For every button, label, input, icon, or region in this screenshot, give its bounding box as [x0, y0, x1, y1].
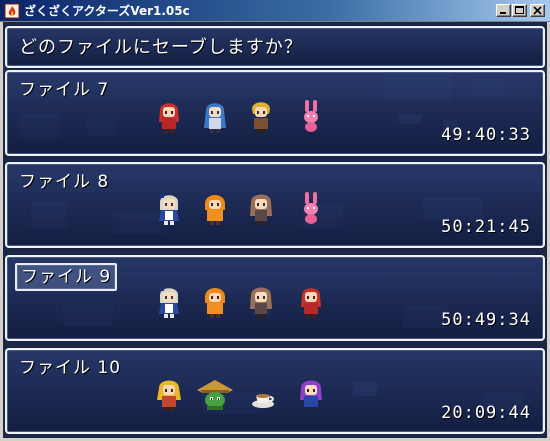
brown-haired-girl-sprite	[250, 194, 272, 225]
red-haired-girl-sprite	[301, 288, 321, 318]
party-sprites	[151, 98, 351, 138]
save-slot[interactable]: ファイル 8 50:21:45	[5, 162, 545, 248]
orange-hooded-girl-sprite	[205, 288, 225, 318]
maximize-icon	[515, 6, 524, 14]
minimize-button[interactable]	[496, 4, 511, 17]
close-icon	[533, 6, 542, 15]
play-time: 50:21:45	[441, 217, 531, 237]
save-slot-selected[interactable]: ファイル 9 50:49:34	[5, 255, 545, 341]
window-titlebar[interactable]: ざくざくアクターズVer1.05c	[0, 0, 550, 22]
silver-haired-maid-sprite	[159, 287, 179, 318]
slot-label: ファイル 8	[19, 172, 110, 192]
play-time: 49:40:33	[441, 125, 531, 145]
party-sprites	[151, 190, 351, 230]
play-time: 50:49:34	[441, 310, 531, 330]
app-flame-icon	[4, 3, 20, 19]
maximize-button[interactable]	[512, 4, 527, 17]
blue-haired-girl-sprite	[204, 103, 226, 133]
save-slot[interactable]: ファイル 7 49:40:33	[5, 70, 545, 156]
party-sprites	[151, 283, 351, 323]
window-title: ざくざくアクターズVer1.05c	[24, 4, 190, 18]
pink-rabbit-sprite	[304, 100, 318, 132]
help-window: どのファイルにセーブしますか？	[5, 26, 545, 68]
minimize-icon	[500, 12, 506, 14]
slot-label: ファイル 7	[19, 80, 110, 100]
pink-rabbit-sprite	[304, 192, 318, 224]
close-button[interactable]	[530, 4, 545, 17]
silver-haired-maid-sprite	[159, 194, 179, 225]
party-sprites	[151, 376, 351, 416]
slot-label: ファイル 10	[19, 358, 122, 378]
blonde-girl-sprite	[157, 380, 181, 411]
game-screen[interactable]: どのファイルにセーブしますか？ ファイル 7 49:40:33 ファイル 8 5…	[3, 22, 547, 438]
play-time: 20:09:44	[441, 403, 531, 423]
save-slot[interactable]: ファイル 10 20:09:44	[5, 348, 545, 434]
red-haired-girl-sprite	[159, 103, 179, 133]
blonde-boy-sprite	[252, 102, 270, 133]
purple-haired-girl-sprite	[300, 380, 322, 411]
save-prompt: どのファイルにセーブしますか？	[19, 37, 303, 58]
brown-haired-girl-sprite	[250, 287, 272, 318]
orange-hooded-girl-sprite	[205, 195, 225, 225]
green-hat-creature-sprite	[197, 380, 233, 410]
teacup-sprite	[252, 394, 274, 408]
slot-label-cursor: ファイル 9	[15, 263, 118, 291]
